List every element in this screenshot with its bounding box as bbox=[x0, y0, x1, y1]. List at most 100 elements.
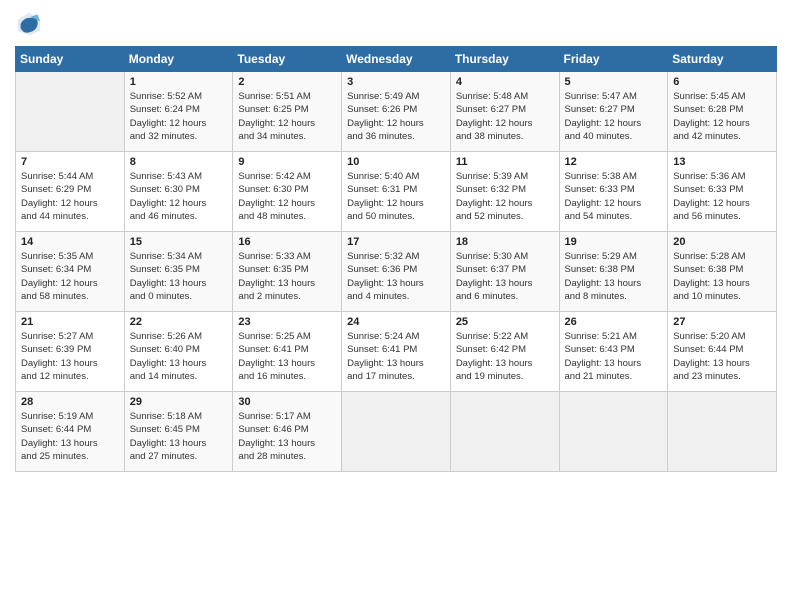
day-info: Sunrise: 5:30 AM Sunset: 6:37 PM Dayligh… bbox=[456, 250, 554, 303]
day-number: 10 bbox=[347, 156, 445, 168]
day-cell: 27Sunrise: 5:20 AM Sunset: 6:44 PM Dayli… bbox=[668, 312, 777, 392]
weekday-header-monday: Monday bbox=[124, 47, 233, 72]
day-info: Sunrise: 5:39 AM Sunset: 6:32 PM Dayligh… bbox=[456, 170, 554, 223]
day-info: Sunrise: 5:52 AM Sunset: 6:24 PM Dayligh… bbox=[130, 90, 228, 143]
logo bbox=[15, 10, 47, 38]
day-info: Sunrise: 5:21 AM Sunset: 6:43 PM Dayligh… bbox=[565, 330, 663, 383]
day-cell: 25Sunrise: 5:22 AM Sunset: 6:42 PM Dayli… bbox=[450, 312, 559, 392]
day-info: Sunrise: 5:27 AM Sunset: 6:39 PM Dayligh… bbox=[21, 330, 119, 383]
header bbox=[15, 10, 777, 38]
day-cell: 7 Sunrise: 5:44 AM Sunset: 6:29 PM Daylig… bbox=[16, 152, 125, 232]
week-row-3: 14 Sunrise: 5:35 AM Sunset: 6:34 PM Dayli… bbox=[16, 232, 777, 312]
day-cell: 21 Sunrise: 5:27 AM Sunset: 6:39 PM Dayli… bbox=[16, 312, 125, 392]
day-info: Sunrise: 5:40 AM Sunset: 6:31 PM Dayligh… bbox=[347, 170, 445, 223]
day-cell: 1 Sunrise: 5:52 AM Sunset: 6:24 PM Daylig… bbox=[124, 72, 233, 152]
weekday-header-friday: Friday bbox=[559, 47, 668, 72]
day-number: 17 bbox=[347, 236, 445, 248]
day-cell: 3 Sunrise: 5:49 AM Sunset: 6:26 PM Daylig… bbox=[342, 72, 451, 152]
weekday-header-thursday: Thursday bbox=[450, 47, 559, 72]
day-cell: 15Sunrise: 5:34 AM Sunset: 6:35 PM Dayli… bbox=[124, 232, 233, 312]
weekday-header-saturday: Saturday bbox=[668, 47, 777, 72]
day-cell bbox=[559, 392, 668, 472]
day-info: Sunrise: 5:29 AM Sunset: 6:38 PM Dayligh… bbox=[565, 250, 663, 303]
day-info: Sunrise: 5:51 AM Sunset: 6:25 PM Dayligh… bbox=[238, 90, 336, 143]
day-cell bbox=[668, 392, 777, 472]
day-number: 14 bbox=[21, 236, 119, 248]
day-number: 22 bbox=[130, 316, 228, 328]
day-cell: 13Sunrise: 5:36 AM Sunset: 6:33 PM Dayli… bbox=[668, 152, 777, 232]
day-number: 24 bbox=[347, 316, 445, 328]
day-info: Sunrise: 5:28 AM Sunset: 6:38 PM Dayligh… bbox=[673, 250, 771, 303]
day-info: Sunrise: 5:47 AM Sunset: 6:27 PM Dayligh… bbox=[565, 90, 663, 143]
day-cell bbox=[16, 72, 125, 152]
day-cell: 8 Sunrise: 5:43 AM Sunset: 6:30 PM Daylig… bbox=[124, 152, 233, 232]
day-number: 20 bbox=[673, 236, 771, 248]
day-cell: 26 Sunrise: 5:21 AM Sunset: 6:43 PM Dayli… bbox=[559, 312, 668, 392]
day-number: 18 bbox=[456, 236, 554, 248]
day-number: 30 bbox=[238, 396, 336, 408]
day-info: Sunrise: 5:19 AM Sunset: 6:44 PM Dayligh… bbox=[21, 410, 119, 463]
day-info: Sunrise: 5:48 AM Sunset: 6:27 PM Dayligh… bbox=[456, 90, 554, 143]
day-number: 5 bbox=[565, 76, 663, 88]
day-number: 25 bbox=[456, 316, 554, 328]
day-cell: 14 Sunrise: 5:35 AM Sunset: 6:34 PM Dayli… bbox=[16, 232, 125, 312]
day-cell: 24 Sunrise: 5:24 AM Sunset: 6:41 PM Dayli… bbox=[342, 312, 451, 392]
day-number: 23 bbox=[238, 316, 336, 328]
day-cell: 23 Sunrise: 5:25 AM Sunset: 6:41 PM Dayli… bbox=[233, 312, 342, 392]
day-cell: 12 Sunrise: 5:38 AM Sunset: 6:33 PM Dayli… bbox=[559, 152, 668, 232]
week-row-5: 28Sunrise: 5:19 AM Sunset: 6:44 PM Dayli… bbox=[16, 392, 777, 472]
day-number: 4 bbox=[456, 76, 554, 88]
day-cell bbox=[342, 392, 451, 472]
day-number: 6 bbox=[673, 76, 771, 88]
day-info: Sunrise: 5:33 AM Sunset: 6:35 PM Dayligh… bbox=[238, 250, 336, 303]
day-number: 7 bbox=[21, 156, 119, 168]
day-info: Sunrise: 5:49 AM Sunset: 6:26 PM Dayligh… bbox=[347, 90, 445, 143]
day-number: 11 bbox=[456, 156, 554, 168]
day-cell: 29 Sunrise: 5:18 AM Sunset: 6:45 PM Dayli… bbox=[124, 392, 233, 472]
day-info: Sunrise: 5:20 AM Sunset: 6:44 PM Dayligh… bbox=[673, 330, 771, 383]
logo-icon bbox=[15, 10, 43, 38]
day-number: 16 bbox=[238, 236, 336, 248]
week-row-4: 21 Sunrise: 5:27 AM Sunset: 6:39 PM Dayli… bbox=[16, 312, 777, 392]
day-cell: 11 Sunrise: 5:39 AM Sunset: 6:32 PM Dayli… bbox=[450, 152, 559, 232]
day-info: Sunrise: 5:44 AM Sunset: 6:29 PM Dayligh… bbox=[21, 170, 119, 223]
day-info: Sunrise: 5:25 AM Sunset: 6:41 PM Dayligh… bbox=[238, 330, 336, 383]
day-number: 26 bbox=[565, 316, 663, 328]
day-info: Sunrise: 5:26 AM Sunset: 6:40 PM Dayligh… bbox=[130, 330, 228, 383]
day-info: Sunrise: 5:45 AM Sunset: 6:28 PM Dayligh… bbox=[673, 90, 771, 143]
day-number: 12 bbox=[565, 156, 663, 168]
day-info: Sunrise: 5:42 AM Sunset: 6:30 PM Dayligh… bbox=[238, 170, 336, 223]
day-number: 1 bbox=[130, 76, 228, 88]
day-number: 19 bbox=[565, 236, 663, 248]
day-info: Sunrise: 5:24 AM Sunset: 6:41 PM Dayligh… bbox=[347, 330, 445, 383]
day-info: Sunrise: 5:36 AM Sunset: 6:33 PM Dayligh… bbox=[673, 170, 771, 223]
day-cell: 9Sunrise: 5:42 AM Sunset: 6:30 PM Daylig… bbox=[233, 152, 342, 232]
day-cell: 28Sunrise: 5:19 AM Sunset: 6:44 PM Dayli… bbox=[16, 392, 125, 472]
day-cell: 17 Sunrise: 5:32 AM Sunset: 6:36 PM Dayli… bbox=[342, 232, 451, 312]
day-cell: 10 Sunrise: 5:40 AM Sunset: 6:31 PM Dayli… bbox=[342, 152, 451, 232]
day-number: 21 bbox=[21, 316, 119, 328]
day-cell: 20 Sunrise: 5:28 AM Sunset: 6:38 PM Dayli… bbox=[668, 232, 777, 312]
weekday-header-sunday: Sunday bbox=[16, 47, 125, 72]
weekday-header-wednesday: Wednesday bbox=[342, 47, 451, 72]
day-cell bbox=[450, 392, 559, 472]
day-cell: 18 Sunrise: 5:30 AM Sunset: 6:37 PM Dayli… bbox=[450, 232, 559, 312]
day-info: Sunrise: 5:38 AM Sunset: 6:33 PM Dayligh… bbox=[565, 170, 663, 223]
day-info: Sunrise: 5:35 AM Sunset: 6:34 PM Dayligh… bbox=[21, 250, 119, 303]
day-info: Sunrise: 5:18 AM Sunset: 6:45 PM Dayligh… bbox=[130, 410, 228, 463]
day-number: 29 bbox=[130, 396, 228, 408]
day-cell: 4 Sunrise: 5:48 AM Sunset: 6:27 PM Daylig… bbox=[450, 72, 559, 152]
main-container: SundayMondayTuesdayWednesdayThursdayFrid… bbox=[0, 0, 792, 612]
calendar-table: SundayMondayTuesdayWednesdayThursdayFrid… bbox=[15, 46, 777, 472]
day-cell: 2 Sunrise: 5:51 AM Sunset: 6:25 PM Daylig… bbox=[233, 72, 342, 152]
weekday-header-row: SundayMondayTuesdayWednesdayThursdayFrid… bbox=[16, 47, 777, 72]
day-cell: 30Sunrise: 5:17 AM Sunset: 6:46 PM Dayli… bbox=[233, 392, 342, 472]
day-number: 2 bbox=[238, 76, 336, 88]
week-row-2: 7 Sunrise: 5:44 AM Sunset: 6:29 PM Daylig… bbox=[16, 152, 777, 232]
day-cell: 19 Sunrise: 5:29 AM Sunset: 6:38 PM Dayli… bbox=[559, 232, 668, 312]
day-number: 8 bbox=[130, 156, 228, 168]
day-info: Sunrise: 5:43 AM Sunset: 6:30 PM Dayligh… bbox=[130, 170, 228, 223]
day-number: 3 bbox=[347, 76, 445, 88]
week-row-1: 1 Sunrise: 5:52 AM Sunset: 6:24 PM Daylig… bbox=[16, 72, 777, 152]
day-info: Sunrise: 5:32 AM Sunset: 6:36 PM Dayligh… bbox=[347, 250, 445, 303]
